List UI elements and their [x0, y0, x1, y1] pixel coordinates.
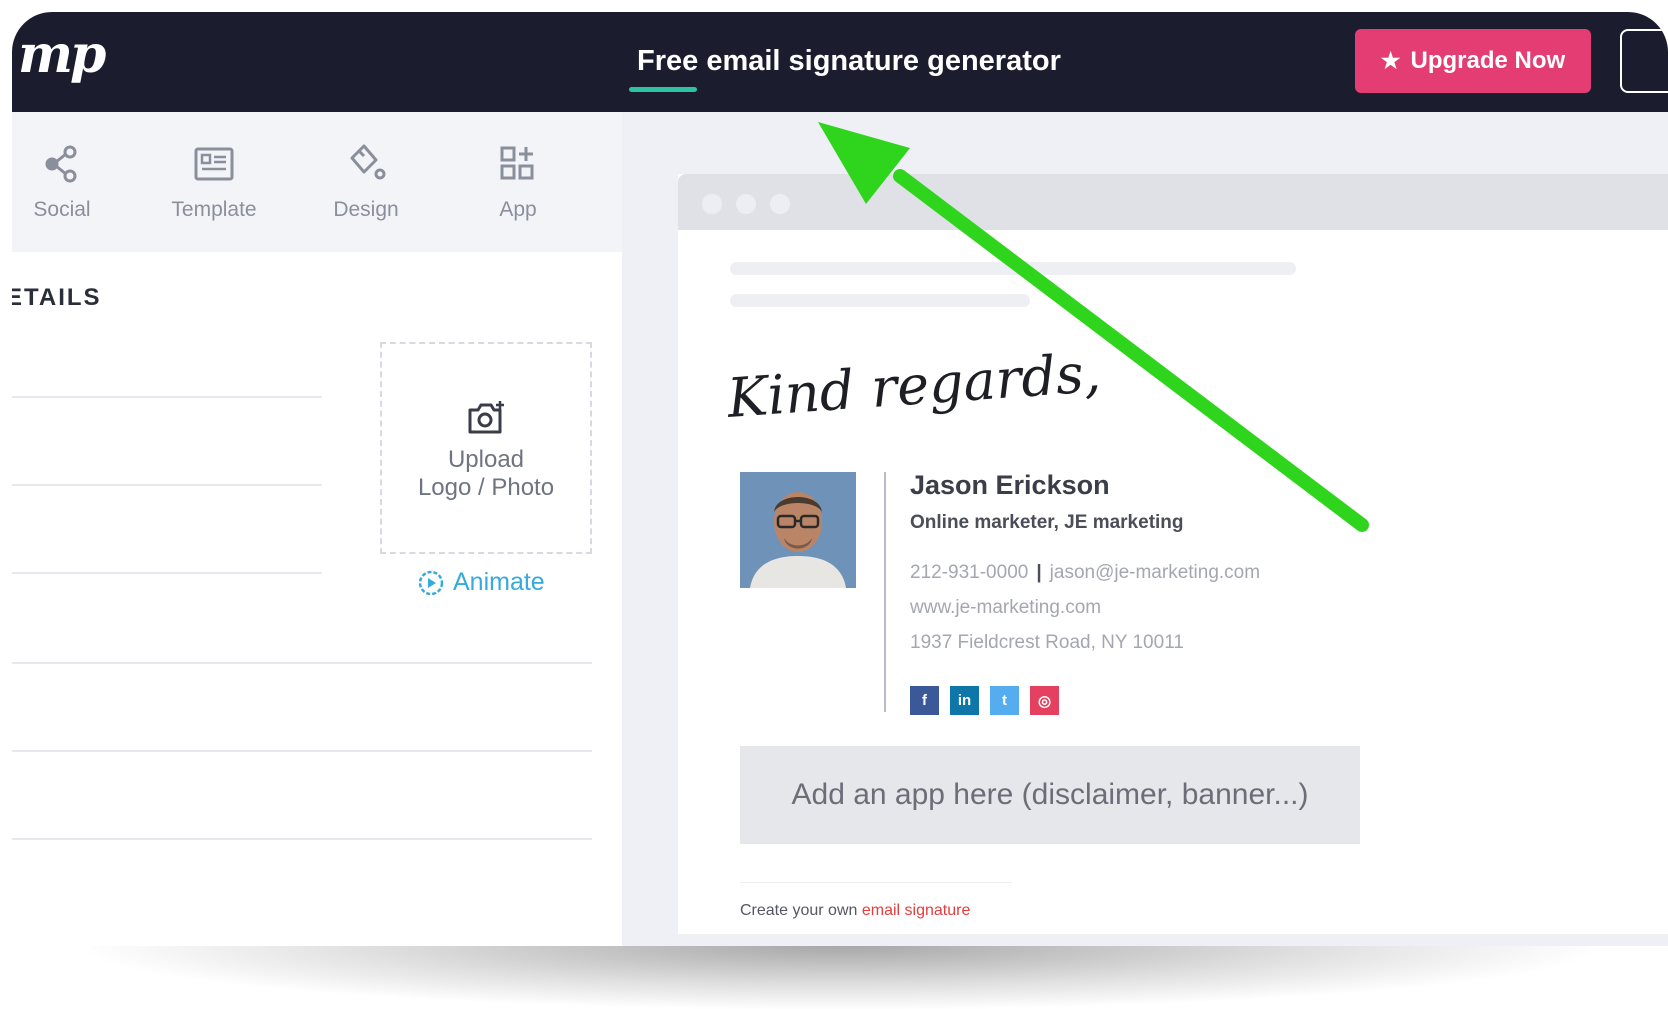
website-field[interactable]: [12, 838, 592, 840]
paint-bucket-icon: [350, 144, 386, 180]
upload-label-line2: Logo / Photo: [417, 474, 555, 501]
window-title-bar: [678, 174, 1668, 230]
animate-link[interactable]: Animate: [417, 568, 545, 597]
signature-contact-line: 212-931-0000 | jason@je-marketing.com: [910, 562, 1260, 584]
email-signature-link[interactable]: email signature: [862, 902, 971, 919]
footer-prefix: Create your own: [740, 902, 862, 919]
animate-label: Animate: [453, 568, 545, 596]
window-dot: [770, 194, 790, 214]
window-dot: [736, 194, 756, 214]
placeholder-text-line: [730, 262, 1296, 275]
signature-role: Online marketer, JE marketing: [910, 512, 1184, 533]
panel-divider: [622, 112, 634, 946]
placeholder-text-line: [730, 294, 1030, 307]
share-icon: [45, 145, 77, 183]
star-icon: ★: [1380, 48, 1401, 73]
upgrade-now-button[interactable]: ★ Upgrade Now: [1355, 29, 1591, 93]
tab-app[interactable]: App: [458, 142, 578, 222]
signature-name: Jason Erickson: [910, 470, 1110, 500]
signature-divider: [884, 472, 886, 712]
details-section-title: ETAILS: [12, 284, 102, 311]
top-navigation-bar: mp Free email signature generator ★ Upgr…: [12, 12, 1668, 112]
signature-email[interactable]: jason@je-marketing.com: [1050, 562, 1260, 583]
editor-panel: Social Template Design App ETAILS Upload…: [12, 112, 634, 946]
secondary-header-button[interactable]: [1620, 29, 1668, 93]
email-field[interactable]: [12, 750, 592, 752]
add-app-placeholder[interactable]: Add an app here (disclaimer, banner...): [740, 746, 1360, 844]
tab-template[interactable]: Template: [154, 142, 274, 222]
upload-label-line1: Upload: [447, 446, 525, 473]
avatar: [740, 472, 856, 588]
apps-add-icon: [500, 146, 534, 180]
company-field[interactable]: [12, 572, 322, 574]
twitter-icon[interactable]: t: [990, 686, 1019, 715]
signature-phone: 212-931-0000: [910, 562, 1029, 583]
tab-design[interactable]: Design: [306, 142, 426, 222]
page-title: Free email signature generator: [637, 45, 1061, 77]
facebook-icon[interactable]: f: [910, 686, 939, 715]
signature-footer: Create your own email signature: [740, 902, 970, 920]
social-icons-row: f in t ◎: [910, 686, 1059, 715]
camera-add-icon: [468, 401, 504, 434]
tab-social-label: Social: [33, 198, 91, 221]
editor-toolbar: Social Template Design App: [12, 112, 634, 252]
play-circle-icon: [418, 570, 444, 595]
page-shadow: [90, 945, 1590, 1009]
upload-logo-photo-button[interactable]: Upload Logo / Photo: [380, 342, 592, 554]
signature-website[interactable]: www.je-marketing.com: [910, 597, 1101, 619]
window-dot: [702, 194, 722, 214]
linkedin-icon[interactable]: in: [950, 686, 979, 715]
site-logo[interactable]: mp: [18, 24, 106, 85]
signature-address: 1937 Fieldcrest Road, NY 10011: [910, 632, 1184, 653]
phone-field[interactable]: [12, 662, 592, 664]
tab-template-label: Template: [171, 198, 257, 221]
tab-app-label: App: [499, 198, 537, 221]
name-field[interactable]: [12, 396, 322, 398]
title-underline: [629, 87, 697, 92]
tab-social[interactable]: Social: [12, 142, 122, 222]
tab-design-label: Design: [333, 198, 399, 221]
footer-divider: [740, 882, 1012, 883]
template-icon: [194, 147, 234, 181]
title-field[interactable]: [12, 484, 322, 486]
instagram-icon[interactable]: ◎: [1030, 686, 1059, 715]
upgrade-now-label: Upgrade Now: [1410, 47, 1566, 74]
contact-separator: |: [1036, 562, 1042, 583]
person-photo-icon: [740, 472, 856, 588]
